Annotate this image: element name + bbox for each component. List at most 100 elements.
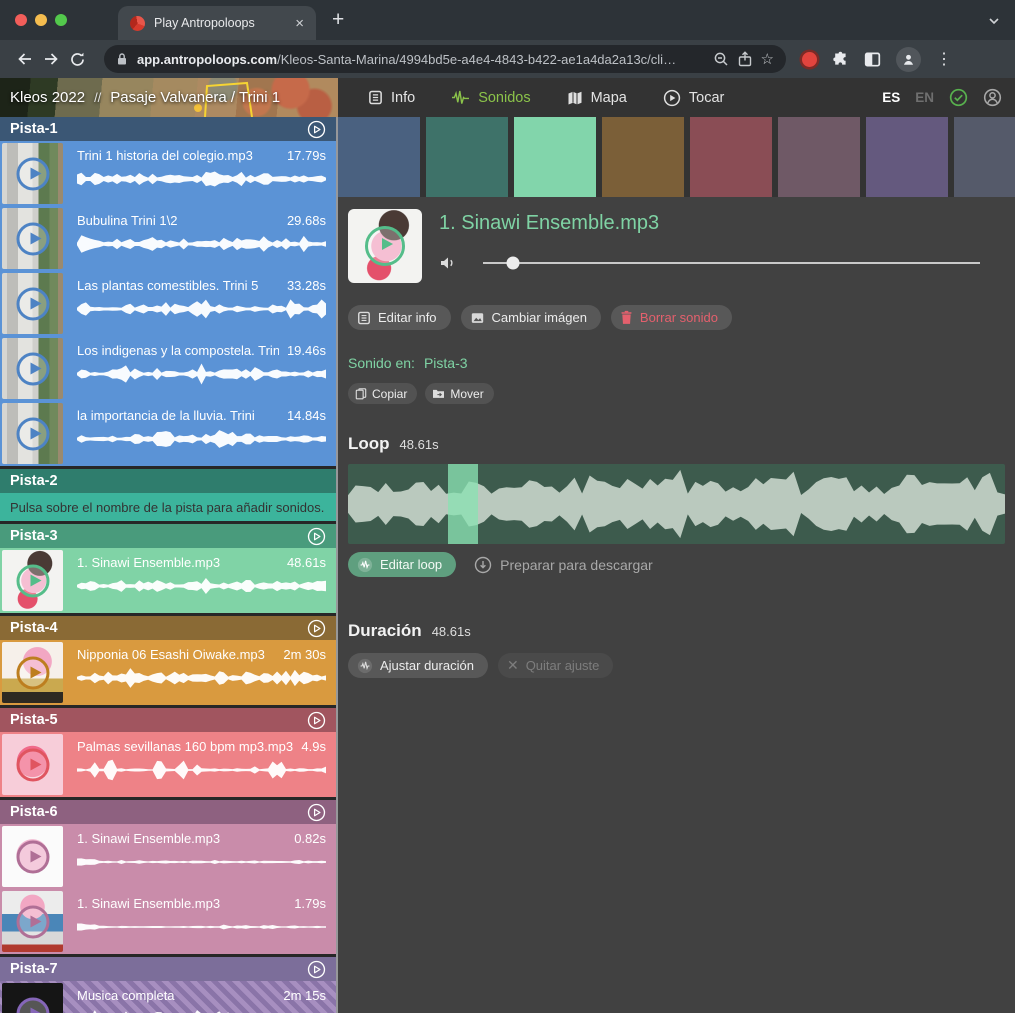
close-window-button[interactable] (15, 14, 27, 26)
address-bar[interactable]: app.antropoloops.com/Kleos-Santa-Marina/… (104, 45, 786, 73)
clip-thumbnail[interactable] (2, 273, 63, 334)
clip-play-button[interactable] (16, 905, 49, 938)
clip-play-button[interactable] (16, 352, 49, 385)
prepare-download-button[interactable]: Preparar para descargar (474, 556, 653, 574)
clip-thumbnail[interactable] (2, 642, 63, 703)
adjust-duration-button[interactable]: Ajustar duración (348, 653, 488, 678)
track-color-swatch[interactable] (426, 117, 508, 197)
clip-thumbnail[interactable] (2, 734, 63, 795)
tab-close-icon[interactable]: × (295, 16, 304, 31)
clip-thumbnail[interactable] (2, 338, 63, 399)
track-color-swatch[interactable] (338, 117, 420, 197)
clip-row[interactable]: la importancia de la lluvia. Trini 14.84… (0, 401, 336, 466)
clip-play-button[interactable] (16, 222, 49, 255)
volume-thumb[interactable] (506, 257, 519, 270)
clip-row[interactable]: 1. Sinawi Ensemble.mp3 0.82s (0, 824, 336, 889)
volume-slider[interactable] (483, 262, 980, 264)
profile-avatar[interactable] (896, 47, 921, 72)
sound-in-track-link[interactable]: Pista-3 (424, 355, 468, 371)
track-color-swatch[interactable] (602, 117, 684, 197)
tab-sonidos[interactable]: Sonidos (451, 90, 530, 106)
tab-tocar[interactable]: Tocar (663, 89, 724, 107)
clip-thumbnail[interactable] (2, 826, 63, 887)
clip-play-button[interactable] (16, 287, 49, 320)
lang-es[interactable]: ES (882, 90, 900, 105)
tab-search-chevron-icon[interactable] (987, 14, 1001, 28)
edit-info-button[interactable]: Editar info (348, 305, 451, 330)
tab-mapa[interactable]: Mapa (567, 90, 627, 106)
track-header[interactable]: Pista-3 (0, 524, 336, 548)
delete-sound-button[interactable]: Borrar sonido (611, 305, 732, 330)
track-play-button[interactable] (307, 527, 326, 546)
clip-play-button[interactable] (16, 656, 49, 689)
track-header[interactable]: Pista-5 (0, 708, 336, 732)
clip-play-button[interactable] (16, 748, 49, 781)
track-play-button[interactable] (307, 803, 326, 822)
track-play-button[interactable] (307, 960, 326, 979)
account-icon[interactable] (983, 88, 1002, 107)
clip-play-button[interactable] (16, 564, 49, 597)
track-header[interactable]: Pista-7 (0, 957, 336, 981)
play-button[interactable] (365, 226, 405, 266)
zoom-icon[interactable] (713, 51, 729, 67)
loop-selection-highlight[interactable] (448, 464, 478, 544)
sound-thumbnail[interactable] (348, 209, 422, 283)
clip-thumbnail[interactable] (2, 403, 63, 464)
minimize-window-button[interactable] (35, 14, 47, 26)
extensions-puzzle-icon[interactable] (832, 51, 849, 68)
track-header[interactable]: Pista-6 (0, 800, 336, 824)
breadcrumb-project[interactable]: Kleos 2022 (10, 89, 85, 106)
track-color-swatch[interactable] (514, 117, 596, 197)
reload-icon[interactable] (64, 46, 90, 72)
side-panel-icon[interactable] (864, 51, 881, 68)
location-photo[interactable]: Kleos 2022 // Pasaje Valvanera / Trini 1 (0, 78, 338, 117)
track-header[interactable]: Pista-1 (0, 117, 336, 141)
clip-row[interactable]: Nipponia 06 Esashi Oiwake.mp3 2m 30s (0, 640, 336, 705)
clip-row[interactable]: Bubulina Trini 1\2 29.68s (0, 206, 336, 271)
clip-play-button[interactable] (16, 840, 49, 873)
forward-icon[interactable] (38, 46, 64, 72)
clip-thumbnail[interactable] (2, 550, 63, 611)
bookmark-star-icon[interactable]: ☆ (761, 50, 774, 68)
clip-row[interactable]: 1. Sinawi Ensemble.mp3 48.61s (0, 548, 336, 613)
share-icon[interactable] (738, 51, 752, 67)
move-button[interactable]: Mover (425, 383, 493, 404)
volume-icon[interactable] (439, 255, 457, 271)
copy-button[interactable]: Copiar (348, 383, 417, 404)
new-tab-button[interactable]: + (332, 8, 344, 32)
edit-loop-button[interactable]: Editar loop (348, 552, 456, 577)
clip-thumbnail[interactable] (2, 891, 63, 952)
track-play-button[interactable] (307, 711, 326, 730)
track-color-swatch[interactable] (690, 117, 772, 197)
track-play-button[interactable] (307, 619, 326, 638)
clip-play-button[interactable] (16, 157, 49, 190)
clip-thumbnail[interactable] (2, 983, 63, 1013)
loop-waveform[interactable] (348, 464, 1005, 544)
clip-thumbnail[interactable] (2, 143, 63, 204)
remove-adjust-button[interactable]: ✕ Quitar ajuste (498, 653, 613, 678)
tab-info[interactable]: Info (368, 90, 415, 106)
back-icon[interactable] (12, 46, 38, 72)
browser-tab[interactable]: Play Antropoloops × (118, 6, 316, 40)
clip-row[interactable]: Los indigenas y la compostela. Trini 19.… (0, 336, 336, 401)
clip-row[interactable]: Las plantas comestibles. Trini 5 33.28s (0, 271, 336, 336)
fullscreen-window-button[interactable] (55, 14, 67, 26)
clip-row[interactable]: 1. Sinawi Ensemble.mp3 1.79s (0, 889, 336, 954)
clip-thumbnail[interactable] (2, 208, 63, 269)
track-play-button[interactable] (307, 120, 326, 139)
track-color-swatch[interactable] (778, 117, 860, 197)
clip-row[interactable]: Musica completa 2m 15s (0, 981, 336, 1013)
track-header[interactable]: Pista-2 (0, 469, 336, 493)
track-color-swatch[interactable] (954, 117, 1015, 197)
lang-en[interactable]: EN (915, 90, 934, 105)
track-color-swatch[interactable] (866, 117, 948, 197)
clip-row[interactable]: Palmas sevillanas 160 bpm mp3.mp3 4.9s (0, 732, 336, 797)
recording-extension-icon[interactable] (802, 52, 817, 67)
breadcrumb-page[interactable]: Pasaje Valvanera / Trini 1 (110, 89, 280, 106)
synced-check-icon[interactable] (949, 88, 968, 107)
track-header[interactable]: Pista-4 (0, 616, 336, 640)
clip-row[interactable]: Trini 1 historia del colegio.mp3 17.79s (0, 141, 336, 206)
browser-menu-icon[interactable]: ⋮ (936, 49, 952, 69)
clip-play-button[interactable] (16, 417, 49, 450)
change-image-button[interactable]: Cambiar imágen (461, 305, 601, 330)
